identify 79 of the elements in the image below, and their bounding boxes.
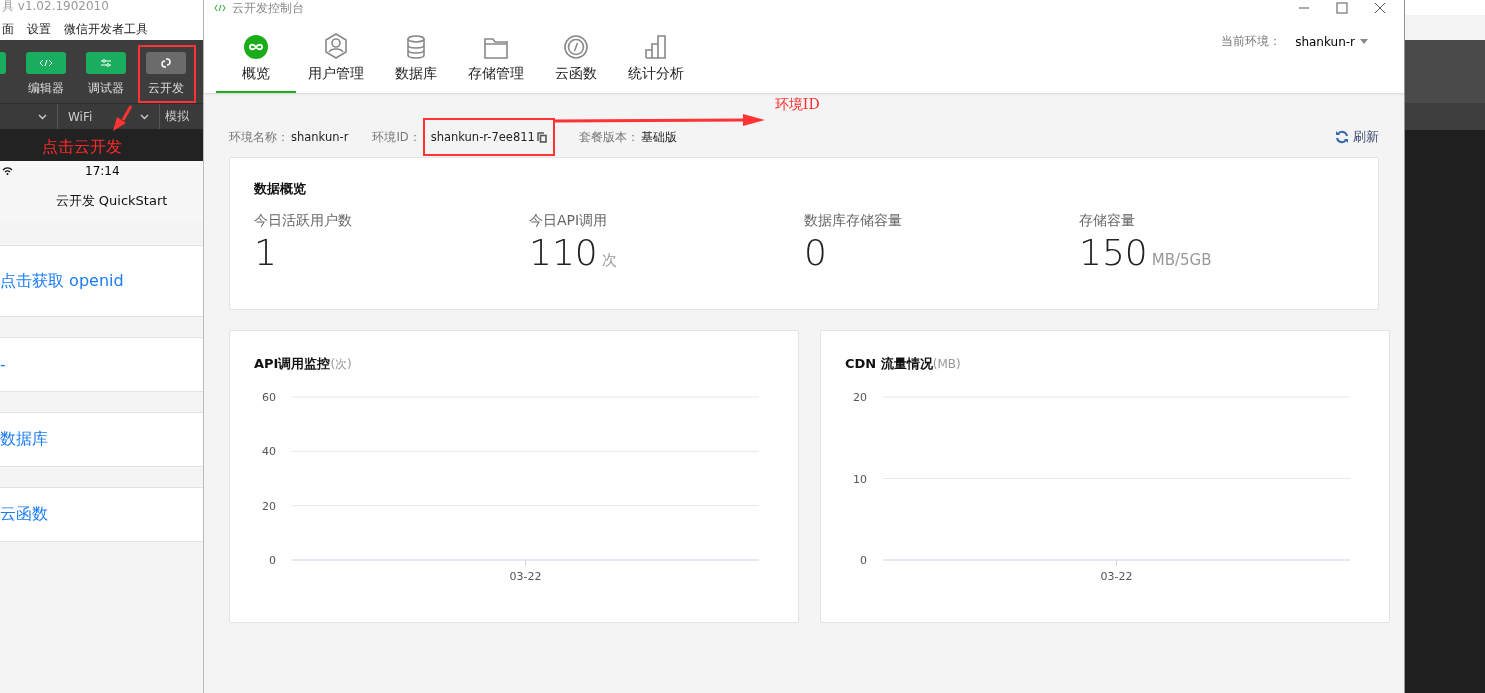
x-tick-label: 03-22 [1100,570,1133,583]
annotation-text: 点击云开发 [42,137,122,158]
list-cell[interactable]: - [0,337,203,392]
stat-unit: 次 [601,251,617,270]
env-label: 当前环境： [1221,33,1282,50]
info-value: shankun-r [291,130,349,144]
info-label: 环境ID： [372,129,421,145]
list-cell[interactable]: 点击获取 openid [0,245,203,317]
stat-label: 存储容量 [1079,212,1136,230]
chevron-down-icon [38,113,47,120]
code-icon [39,59,53,67]
menu-item[interactable]: 面 [2,20,14,38]
close-icon[interactable] [1374,2,1386,14]
nav-tab[interactable]: 概览 [216,17,296,93]
nav-tab[interactable]: 云函数 [536,17,616,93]
menu-item[interactable]: 设置 [27,20,51,38]
maximize-icon[interactable] [1336,2,1348,14]
stat-unit: MB/5GB [1151,251,1212,269]
bar-chart-icon [645,35,667,59]
info-value: shankun-r-7ee811 [430,130,535,144]
toolbar-button[interactable]: 云开发 [146,52,186,103]
stat-value: 150 [1079,232,1148,273]
folder-icon [484,37,508,59]
refresh-button[interactable]: 刷新 [1335,128,1379,146]
stat-value: 110 [529,232,598,273]
chart-unit: (次) [330,356,352,373]
y-tick-label: 10 [853,472,867,486]
refresh-icon [1335,130,1349,144]
nav-tab[interactable]: 统计分析 [616,17,696,93]
nav-tab[interactable]: 用户管理 [296,17,376,93]
info-label: 套餐版本： [578,129,639,145]
app-title: 具 v1.02.1902010 [0,0,203,18]
network-label[interactable]: WiFi [68,109,140,124]
link-icon [159,57,173,69]
arrow [113,105,133,131]
menu-item[interactable]: 微信开发者工具 [64,20,148,38]
toolbar-button[interactable]: 调试器 [86,52,126,103]
chevron-down-icon [140,113,149,120]
annotation-text: 环境ID [774,96,820,114]
y-tick-label: 20 [853,391,867,404]
chart-title: API调用监控 [254,355,331,373]
info-label: 环境名称： [229,129,289,145]
database-icon [406,35,426,59]
user-icon [324,33,348,59]
chart-unit: (MB) [932,357,961,371]
sliders-icon [100,59,112,67]
stat-label: 数据库存储容量 [804,212,903,230]
y-tick-label: 60 [262,391,276,404]
y-tick-label: 40 [262,445,276,459]
nav-tab[interactable]: 存储管理 [456,17,536,93]
x-tick-label: 03-22 [509,570,542,583]
stat-value: 0 [804,232,827,273]
stat-value: 1 [254,232,277,273]
stat-label: 今日活跃用户数 [254,212,353,230]
x-tick [1116,559,1117,567]
wifi-icon [2,167,13,175]
x-tick [525,559,526,567]
y-tick-label: 0 [269,554,276,567]
card-title: 数据概览 [254,180,307,198]
caret-icon [1360,39,1368,44]
nav-tab[interactable]: 数据库 [376,17,456,93]
y-tick-label: 0 [860,554,867,567]
highlight-box [138,45,196,103]
env-select[interactable]: shankun-r [1295,34,1368,49]
chart-title: CDN 流量情况 [845,355,933,373]
window-title: 云开发控制台 [232,0,304,17]
list-cell[interactable]: 云函数 [0,487,203,542]
y-tick-label: 20 [262,499,276,513]
code-icon [214,4,226,12]
info-value: 基础版 [640,129,677,145]
function-icon [564,35,588,59]
simulate-label[interactable]: 模拟 [165,108,189,125]
toolbar-button[interactable]: 编辑器 [26,52,66,103]
copy-icon[interactable] [536,131,547,143]
status-time: 17:14 [85,164,120,178]
list-cell[interactable]: 数据库 [0,412,203,467]
infinity-icon [244,35,268,59]
page-title: 云开发 QuickStart [55,192,168,210]
stat-label: 今日API调用 [529,212,609,230]
